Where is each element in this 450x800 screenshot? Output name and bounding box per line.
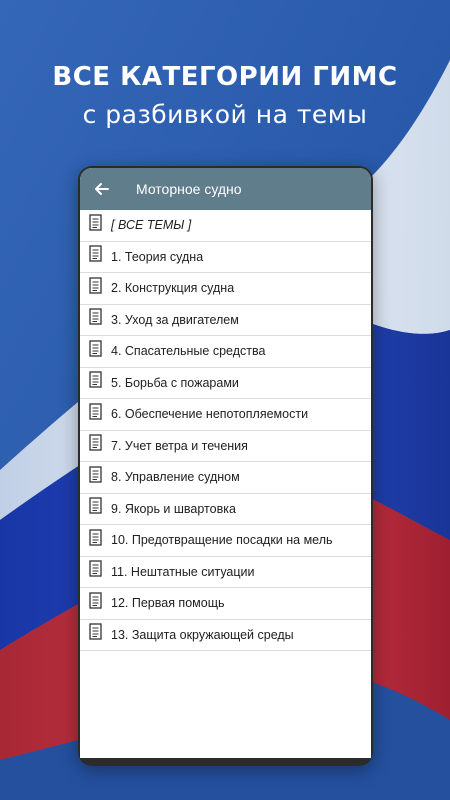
- page-title: Моторное судно: [136, 181, 242, 197]
- document-icon: [88, 592, 111, 615]
- document-icon: [88, 308, 111, 331]
- document-icon: [88, 340, 111, 363]
- document-icon: [88, 245, 111, 268]
- arrow-back-icon[interactable]: [84, 168, 120, 210]
- document-icon: [88, 560, 111, 583]
- list-item-label: 8. Управление судном: [111, 470, 240, 485]
- app-screen: Моторное судно [ ВСЕ ТЕМЫ ] 1. Теория суд…: [80, 168, 371, 758]
- list-item-label: 3. Уход за двигателем: [111, 312, 239, 327]
- document-icon: [88, 434, 111, 457]
- list-item-label: [ ВСЕ ТЕМЫ ]: [111, 218, 192, 233]
- document-icon: [88, 277, 111, 300]
- document-icon: [88, 403, 111, 426]
- document-icon: [88, 529, 111, 552]
- list-item-label: 10. Предотвращение посадки на мель: [111, 533, 333, 548]
- list-item-label: 12. Первая помощь: [111, 596, 225, 611]
- list-item[interactable]: 3. Уход за двигателем: [80, 305, 371, 336]
- headline-line2: с разбивкой на темы: [82, 100, 368, 129]
- list-item-label: 4. Спасательные средства: [111, 344, 266, 359]
- document-icon: [88, 214, 111, 237]
- phone-frame: Моторное судно [ ВСЕ ТЕМЫ ] 1. Теория суд…: [78, 166, 373, 766]
- list-item[interactable]: 7. Учет ветра и течения: [80, 431, 371, 462]
- document-icon: [88, 623, 111, 646]
- headline: ВСЕ КАТЕГОРИИ ГИМС с разбивкой на темы: [0, 58, 450, 134]
- document-icon: [88, 497, 111, 520]
- list-item-all-topics[interactable]: [ ВСЕ ТЕМЫ ]: [80, 210, 371, 242]
- list-item-label: 9. Якорь и швартовка: [111, 501, 236, 516]
- list-item[interactable]: 6. Обеспечение непотопляемости: [80, 399, 371, 431]
- list-item-label: 1. Теория судна: [111, 249, 204, 264]
- list-item-label: 13. Защита окружающей среды: [111, 627, 294, 642]
- list-item-label: 5. Борьба с пожарами: [111, 375, 239, 390]
- document-icon: [88, 466, 111, 489]
- list-item[interactable]: 12. Первая помощь: [80, 588, 371, 620]
- document-icon: [88, 371, 111, 394]
- list-item[interactable]: 2. Конструкция судна: [80, 273, 371, 305]
- list-item[interactable]: 8. Управление судном: [80, 462, 371, 494]
- list-item-label: 6. Обеспечение непотопляемости: [111, 407, 309, 422]
- list-item[interactable]: 4. Спасательные средства: [80, 336, 371, 368]
- list-item[interactable]: 9. Якорь и швартовка: [80, 494, 371, 525]
- list-item[interactable]: 5. Борьба с пожарами: [80, 368, 371, 399]
- list-item-label: 11. Нештатные ситуации: [111, 564, 255, 579]
- headline-line1: ВСЕ КАТЕГОРИИ ГИМС: [52, 62, 398, 92]
- list-item[interactable]: 11. Нештатные ситуации: [80, 557, 371, 588]
- app-bar: Моторное судно: [80, 168, 371, 210]
- list-item[interactable]: 10. Предотвращение посадки на мель: [80, 525, 371, 557]
- list-item[interactable]: 13. Защита окружающей среды: [80, 620, 371, 651]
- list-item-label: 7. Учет ветра и течения: [111, 438, 248, 453]
- list-item-label: 2. Конструкция судна: [111, 281, 235, 296]
- list-item[interactable]: 1. Теория судна: [80, 242, 371, 273]
- topic-list: [ ВСЕ ТЕМЫ ] 1. Теория судна 2. Конструкци…: [80, 210, 371, 651]
